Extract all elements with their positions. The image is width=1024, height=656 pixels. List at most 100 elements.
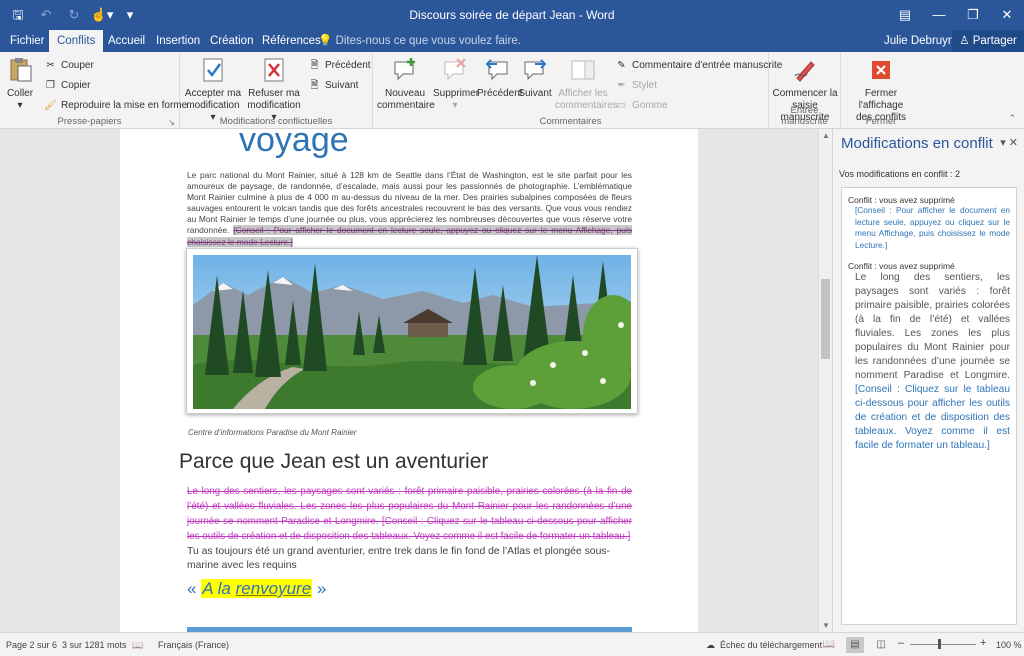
document-page[interactable]: voyage Le parc national du Mont Rainier,… [120,129,698,632]
pen-icon: ✒ [617,80,626,91]
quote-misspelled-word[interactable]: renvoyure [236,579,312,598]
ribbon-tabs: Fichier Conflits Accueil Insertion Créat… [0,30,1024,52]
show-comments-button[interactable]: Afficher les commentaires [555,56,618,112]
print-layout-icon[interactable]: ▤ [846,637,864,653]
proofing-icon[interactable]: 📖 [132,640,143,651]
reject-my-change-button[interactable]: Refuser ma modification ▾ [246,56,302,124]
reject-label-2: modification [247,100,301,111]
tab-conflits[interactable]: Conflits [49,30,104,52]
quote-line: « A la renvoyure » [187,579,326,599]
pen-label: Stylet [632,80,658,91]
web-layout-icon[interactable]: ◫ [872,637,890,653]
paragraph-deleted-conflict[interactable]: Le long des sentiers, les paysages sont … [187,484,632,544]
format-painter-button[interactable]: 🖌 Reproduire la mise en forme [44,98,187,114]
group-clipboard: Coller ▾ ✂ Couper ❐ Copier 🖌 Reproduire la m… [0,52,187,129]
next-conflict-label: Suivant [325,80,359,91]
zoom-in-icon[interactable]: + [980,637,986,649]
group-conflicts: Accepter ma modification ▾ Refuser ma modi… [180,52,373,129]
dialog-launcher-icon[interactable]: ↘ [168,118,175,127]
minimize-icon[interactable]: — [922,0,956,30]
delete-comment-button[interactable]: Supprimer ▾ [433,56,480,112]
format-painter-label: Reproduire la mise en forme [61,100,188,111]
start-inking-label-1: Commencer la [772,88,838,99]
show-comments-label-1: Afficher les [558,88,608,99]
eraser-button[interactable]: ▭ Gomme [615,98,668,114]
share-button[interactable]: ♙ Partager [952,30,1024,52]
next-comment-icon [524,59,547,81]
zoom-out-icon[interactable]: – [898,637,904,649]
cut-button[interactable]: ✂ Couper [44,58,94,74]
accept-my-change-button[interactable]: Accepter ma modification ▾ [184,56,242,124]
vertical-scrollbar[interactable]: ▲ ▼ [818,129,832,632]
conflict-heading[interactable]: Conflit : vous avez supprimé [848,195,1010,205]
conflict-text[interactable]: Le long des sentiers, les paysages sont … [848,271,1010,453]
restore-icon[interactable]: ❐ [956,0,990,30]
conflicts-list[interactable]: Conflit : vous avez supprimé [Conseil : … [841,187,1017,625]
collapse-ribbon-icon[interactable]: ⌃ [1008,113,1016,124]
window-title: Discours soirée de départ Jean - Word [409,8,615,22]
scrollbar-thumb[interactable] [821,279,830,359]
new-comment-button[interactable]: Nouveau commentaire [377,56,435,112]
pen-button[interactable]: ✒ Stylet [615,78,657,94]
comments-group-title: Commentaires [539,116,602,127]
next-conflict-button[interactable]: 🗎 Suivant [308,78,358,94]
copy-label: Copier [61,80,91,91]
previous-conflict-label: Précédent [325,60,371,71]
ribbon-display-icon[interactable]: ▤ [888,0,922,30]
copy-icon: ❐ [46,80,55,91]
previous-conflict-button[interactable]: 🗎 Précédent [308,58,371,74]
language-indicator[interactable]: Français (France) [158,640,229,650]
accept-label-1: Accepter ma [184,88,242,99]
group-close: Fermer l'affichage des conflits Fermer [841,52,921,129]
ink-comment-button[interactable]: ✎ Commentaire d'entrée manuscrite [615,58,782,74]
page-indicator[interactable]: Page 2 sur 6 [6,640,57,650]
close-icon[interactable]: ✕ [990,0,1024,30]
mountain-photo[interactable] [186,248,638,414]
tab-fichier[interactable]: Fichier [2,30,53,52]
pane-options-icon[interactable]: ▾ [1000,137,1006,149]
paste-button[interactable]: Coller ▾ [4,56,36,112]
show-comments-label-2: commentaires [555,100,618,111]
previous-comment-button[interactable]: Précédent [477,56,523,100]
tab-accueil[interactable]: Accueil [100,30,153,52]
scroll-down-icon[interactable]: ▼ [819,621,833,630]
clipboard-group-title: Presse-papiers [57,116,122,127]
delete-comment-icon [444,58,466,81]
reject-label-1: Refuser ma [248,88,300,99]
cut-label: Couper [61,60,94,71]
copy-button[interactable]: ❐ Copier [44,78,90,94]
pane-controls: ▾ ✕ [1000,136,1018,149]
eraser-label: Gomme [632,100,668,111]
conflict-deleted-tip[interactable]: [Conseil : Pour afficher le document en … [187,225,632,247]
tell-me-text: Dites-nous ce que vous voulez faire. [335,35,521,47]
scroll-up-icon[interactable]: ▲ [819,131,833,140]
tab-creation[interactable]: Création [202,30,261,52]
status-bar: Page 2 sur 6 3 sur 1281 mots 📖 Français … [0,632,1024,656]
tab-insertion[interactable]: Insertion [148,30,208,52]
eraser-icon: ▭ [616,100,627,111]
word-count[interactable]: 3 sur 1281 mots [62,640,127,650]
new-comment-label-2: commentaire [377,100,435,111]
close-conflicts-view-button[interactable]: Fermer l'affichage des conflits [843,56,919,124]
user-name[interactable]: Julie Debruyne [884,30,961,52]
next-comment-button[interactable]: Suivant [517,56,553,100]
upload-status[interactable]: Échec du téléchargement [720,640,822,650]
conflict-text[interactable]: [Conseil : Pour afficher le document en … [848,205,1010,251]
start-inking-icon [794,61,815,82]
photo-caption: Centre d’informations Paradise du Mont R… [188,428,357,437]
conflicts-group-title: Modifications conflictuelles [219,116,333,127]
conflict-heading[interactable]: Conflit : vous avez supprimé [848,261,1010,271]
reject-change-icon [264,58,284,82]
ink-comment-label: Commentaire d'entrée manuscrite [632,60,783,71]
upload-status-icon[interactable]: ☁ [706,640,715,651]
pane-close-icon[interactable]: ✕ [1009,137,1018,149]
zoom-slider[interactable] [910,644,976,645]
group-ink: Commencer la saisie manuscrite Entrée man… [769,52,841,129]
zoom-slider-knob[interactable] [938,639,941,649]
zoom-level[interactable]: 100 % [996,640,1022,650]
read-mode-icon[interactable]: 📖 [820,637,838,653]
share-label: Partager [972,35,1017,47]
tell-me-box[interactable]: 💡 Dites-nous ce que vous voulez faire. [318,30,521,52]
delete-label: Supprimer [433,88,480,99]
conflict-tip: [Conseil : Cliquez sur le tableau ci-des… [855,384,1010,451]
